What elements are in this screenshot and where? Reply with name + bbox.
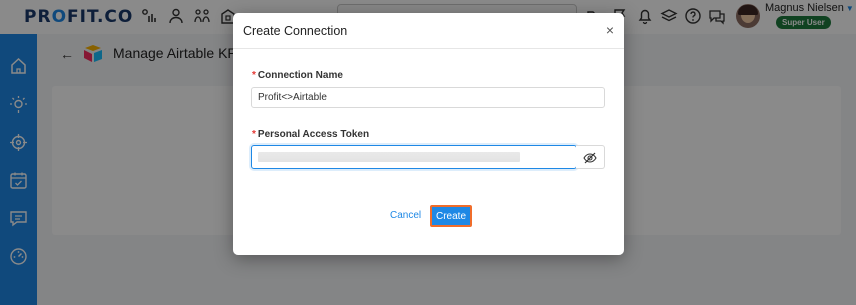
dialog-header: Create Connection × (233, 13, 624, 49)
access-token-input[interactable] (251, 145, 577, 169)
access-token-label: * Personal Access Token (252, 129, 369, 140)
access-token-label-text: Personal Access Token (257, 129, 370, 140)
required-asterisk: * (252, 70, 256, 81)
eye-slash-icon (583, 152, 597, 164)
create-connection-dialog: Create Connection × *Connection Name *Pe… (233, 13, 624, 255)
dialog-title: Create Connection (243, 24, 348, 38)
cancel-button[interactable]: Cancel (390, 210, 421, 221)
connection-name-label: * Connection Name (252, 70, 343, 81)
required-asterisk: * (252, 129, 256, 140)
connection-name-input[interactable] (251, 87, 605, 108)
toggle-visibility-button[interactable] (576, 145, 605, 169)
connection-name-label-text: Connection Name (257, 70, 343, 81)
create-button[interactable]: Create (430, 205, 472, 227)
close-icon[interactable]: × (606, 23, 614, 37)
masked-token-value (258, 152, 520, 162)
